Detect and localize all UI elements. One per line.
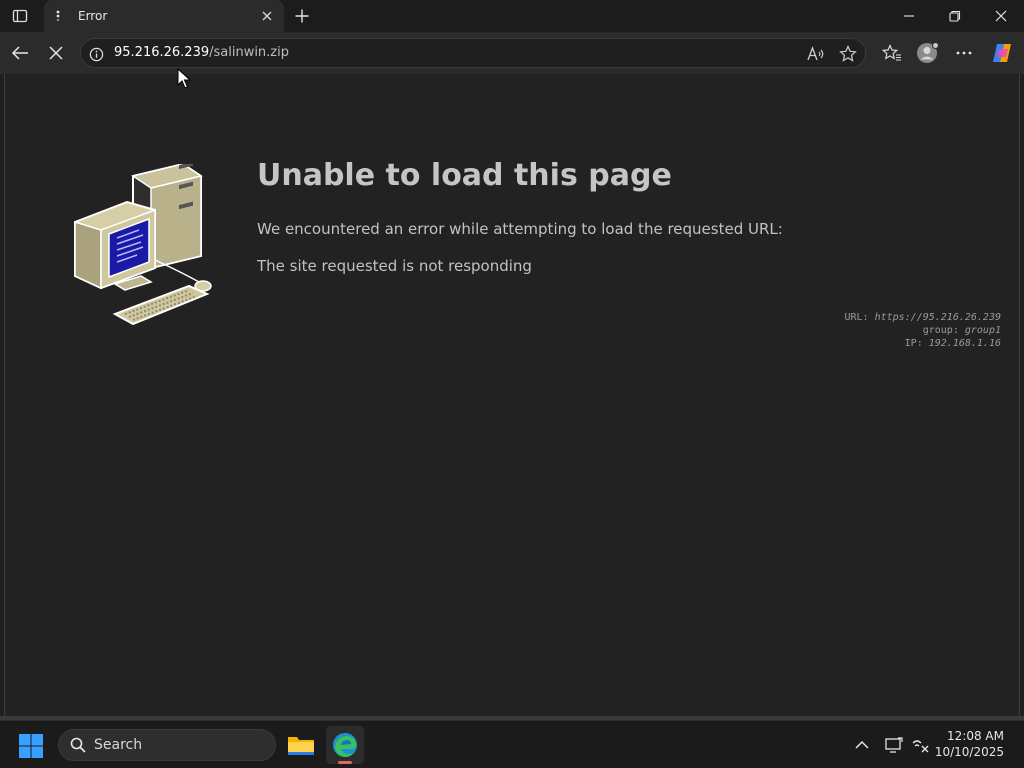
mouse-cursor-icon — [177, 68, 191, 89]
tab-actions-icon — [12, 9, 28, 23]
window-close-button[interactable] — [978, 0, 1024, 32]
tab-title: Error — [78, 9, 108, 23]
favorites-icon — [882, 44, 901, 61]
more-icon — [956, 51, 972, 55]
error-description: We encountered an error while attempting… — [257, 220, 783, 238]
copilot-icon — [993, 44, 1011, 62]
browser-toolbar: 95.216.26.239/salinwin.zip — [0, 32, 1024, 74]
meta-label: IP: — [904, 338, 929, 349]
url-host: 95.216.26.239 — [114, 45, 210, 60]
error-reason: The site requested is not responding — [257, 257, 532, 275]
display-icon — [885, 737, 903, 753]
site-info-button[interactable] — [87, 45, 105, 63]
close-icon — [262, 11, 272, 21]
edge-taskbar-button[interactable] — [326, 726, 364, 764]
windows-start-icon — [19, 734, 43, 758]
meta-value: https://95.216.26.239 — [874, 312, 1001, 323]
title-bar: Error — [0, 0, 1024, 32]
profile-button[interactable] — [912, 37, 944, 69]
meta-label: URL: — [844, 312, 875, 323]
file-explorer-button[interactable] — [282, 726, 320, 764]
loading-icon — [50, 8, 66, 24]
search-label: Search — [94, 737, 143, 753]
file-explorer-icon — [288, 737, 314, 755]
minimize-button[interactable] — [886, 0, 932, 32]
favorites-button[interactable] — [876, 37, 908, 69]
edge-icon — [333, 733, 357, 757]
network-muted-icon — [912, 740, 929, 753]
back-icon — [11, 46, 28, 60]
active-tab[interactable]: Error — [44, 0, 284, 32]
meta-value: group1 — [964, 325, 1001, 336]
stop-icon — [49, 46, 63, 60]
favorite-star-button[interactable] — [837, 43, 859, 65]
active-app-indicator — [338, 761, 352, 764]
window-close-icon — [995, 10, 1007, 22]
meta-label: group: — [922, 325, 965, 336]
error-metadata: URL: https://95.216.26.239 group: group1… — [844, 311, 1001, 350]
meta-url-line: URL: https://95.216.26.239 — [844, 311, 1001, 324]
read-aloud-button[interactable] — [805, 43, 827, 65]
chevron-up-icon — [855, 740, 869, 749]
computer-illustration — [74, 164, 212, 326]
read-aloud-icon — [807, 46, 824, 61]
back-button[interactable] — [4, 37, 36, 69]
copilot-button[interactable] — [986, 37, 1018, 69]
address-bar[interactable]: 95.216.26.239/salinwin.zip — [80, 38, 866, 68]
clock-time: 12:08 AM — [947, 729, 1004, 743]
taskbar: Search 12:08 AM 10/10/2025 — [0, 720, 1024, 768]
start-button[interactable] — [16, 731, 46, 761]
tab-close-button[interactable] — [256, 5, 278, 27]
url-path: /salinwin.zip — [209, 45, 289, 60]
display-tray-button[interactable] — [882, 733, 906, 757]
new-tab-icon — [295, 9, 309, 23]
page-content: Unable to load this page We encountered … — [4, 74, 1020, 716]
taskbar-search[interactable]: Search — [58, 729, 276, 761]
clock-date: 10/10/2025 — [934, 745, 1004, 759]
site-info-icon — [89, 47, 103, 61]
page-title: Unable to load this page — [257, 158, 672, 193]
favorite-star-icon — [839, 45, 857, 62]
network-tray-button[interactable] — [908, 733, 932, 757]
tab-actions-button[interactable] — [6, 4, 34, 28]
minimize-icon — [904, 15, 914, 17]
meta-ip-line: IP: 192.168.1.16 — [844, 337, 1001, 350]
stop-button[interactable] — [40, 37, 72, 69]
more-button[interactable] — [948, 37, 980, 69]
url-text[interactable]: 95.216.26.239/salinwin.zip — [114, 39, 289, 67]
meta-group-line: group: group1 — [844, 324, 1001, 337]
restore-icon — [949, 10, 961, 22]
profile-icon — [917, 42, 939, 63]
new-tab-button[interactable] — [290, 4, 314, 28]
meta-value: 192.168.1.16 — [928, 338, 1001, 349]
search-icon — [69, 736, 87, 754]
taskbar-clock[interactable]: 12:08 AM 10/10/2025 — [935, 728, 1004, 760]
show-hidden-icons-button[interactable] — [850, 733, 874, 757]
restore-button[interactable] — [932, 0, 978, 32]
